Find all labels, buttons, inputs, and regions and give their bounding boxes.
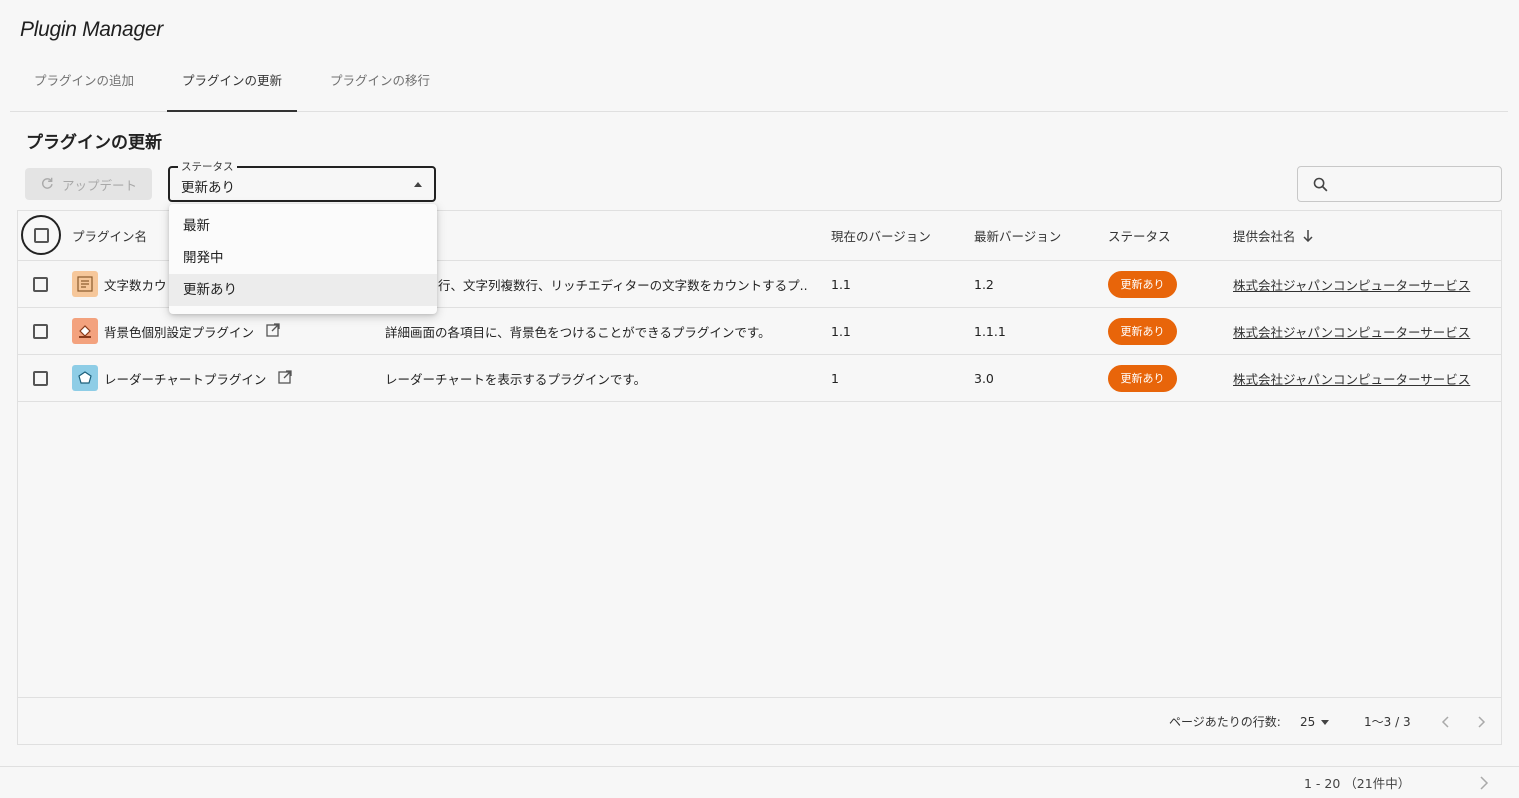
table-row[interactable]: レーダーチャートプラグイン レーダーチャートを表示するプラグインです。 1 3.… [18, 355, 1501, 402]
status-badge: 更新あり [1108, 364, 1177, 392]
bottom-pagination: 1 - 20 （21件中） [0, 766, 1519, 798]
header-company[interactable]: 提供会社名 [1233, 211, 1353, 260]
app-title: Plugin Manager [20, 18, 163, 41]
external-link-icon[interactable] [266, 322, 280, 340]
bottom-page-range: 1 - 20 （21件中） [1304, 776, 1411, 791]
page-title: プラグインの更新 [26, 133, 162, 153]
tab-migrate-plugin[interactable]: プラグインの移行 [310, 60, 450, 112]
status-option-update-available[interactable]: 更新あり [169, 274, 437, 306]
company-link[interactable]: 株式会社ジャパンコンピューターサービス [1233, 322, 1470, 341]
header-latest-version[interactable]: 最新バージョン [974, 211, 1094, 260]
update-button[interactable]: アップデート [25, 168, 152, 200]
search-box[interactable] [1297, 166, 1502, 202]
table-pagination: ページあたりの行数: 25 1〜3 / 3 [18, 697, 1501, 745]
plugin-name-link[interactable]: 文字数カウ [104, 275, 167, 294]
external-link-icon[interactable] [278, 369, 293, 387]
row-checkbox[interactable] [33, 323, 48, 339]
tab-bar: プラグインの追加 プラグインの更新 プラグインの移行 [10, 60, 1508, 112]
caret-up-icon [414, 182, 422, 187]
chevron-right-icon [1478, 716, 1486, 728]
company-link[interactable]: 株式会社ジャパンコンピューターサービス [1233, 275, 1470, 294]
search-input[interactable] [1338, 173, 1493, 195]
rows-per-page-label: ページあたりの行数: [1169, 715, 1281, 729]
page-range: 1〜3 / 3 [1364, 715, 1411, 729]
status-select[interactable]: ステータス 更新あり [168, 159, 436, 202]
status-select-value: 更新あり [181, 180, 235, 196]
status-dropdown-menu: 最新 開発中 更新あり [169, 204, 437, 314]
paint-bucket-icon [72, 318, 98, 344]
header-company-label: 提供会社名 [1233, 229, 1296, 244]
header-current-version[interactable]: 現在のバージョン [831, 211, 961, 260]
prev-page-button[interactable] [1441, 698, 1451, 746]
select-all-focus-ring[interactable] [21, 215, 61, 255]
text-count-icon [72, 271, 98, 297]
current-version: 1.1 [831, 276, 851, 292]
caret-down-icon [1321, 719, 1330, 725]
tab-add-plugin[interactable]: プラグインの追加 [10, 60, 158, 112]
status-select-legend: ステータス [178, 159, 237, 174]
plugin-description: レーダーチャートを表示するプラグインです。 [385, 371, 647, 387]
row-checkbox[interactable] [33, 276, 48, 292]
select-all-checkbox[interactable] [33, 227, 49, 243]
bottom-next-button[interactable] [1478, 767, 1490, 798]
status-option-in-development[interactable]: 開発中 [169, 242, 437, 274]
status-option-latest[interactable]: 最新 [169, 210, 437, 242]
header-status[interactable]: ステータス [1108, 211, 1218, 260]
tab-update-plugin[interactable]: プラグインの更新 [167, 60, 297, 112]
radar-chart-icon [72, 365, 98, 391]
plugin-name-link[interactable]: レーダーチャートプラグイン [104, 369, 266, 388]
arrow-down-icon[interactable] [1302, 229, 1314, 242]
company-link[interactable]: 株式会社ジャパンコンピューターサービス [1233, 369, 1470, 388]
rows-per-page-select[interactable]: 25 [1300, 698, 1330, 746]
current-version: 1.1 [831, 323, 851, 339]
chevron-right-icon [1480, 776, 1489, 790]
latest-version: 1.1.1 [974, 323, 1006, 339]
chevron-left-icon [1441, 716, 1449, 728]
update-button-label: アップデート [61, 177, 137, 193]
row-checkbox[interactable] [33, 370, 48, 386]
table-row[interactable]: 背景色個別設定プラグイン 詳細画面の各項目に、背景色をつけることができるプラグイ… [18, 308, 1501, 355]
next-page-button[interactable] [1476, 698, 1486, 746]
plugin-description: 行、文字列複数行、リッチエディターの文字数をカウントするプ... [438, 277, 808, 293]
rows-per-page-value: 25 [1300, 715, 1316, 729]
refresh-icon [40, 176, 54, 193]
current-version: 1 [831, 370, 839, 386]
plugin-name-link[interactable]: 背景色個別設定プラグイン [104, 322, 254, 341]
latest-version: 1.2 [974, 276, 994, 292]
search-icon [1312, 176, 1329, 197]
status-badge: 更新あり [1108, 317, 1177, 345]
latest-version: 3.0 [974, 370, 994, 386]
status-badge: 更新あり [1108, 270, 1177, 298]
plugin-description: 詳細画面の各項目に、背景色をつけることができるプラグインです。 [385, 324, 771, 340]
